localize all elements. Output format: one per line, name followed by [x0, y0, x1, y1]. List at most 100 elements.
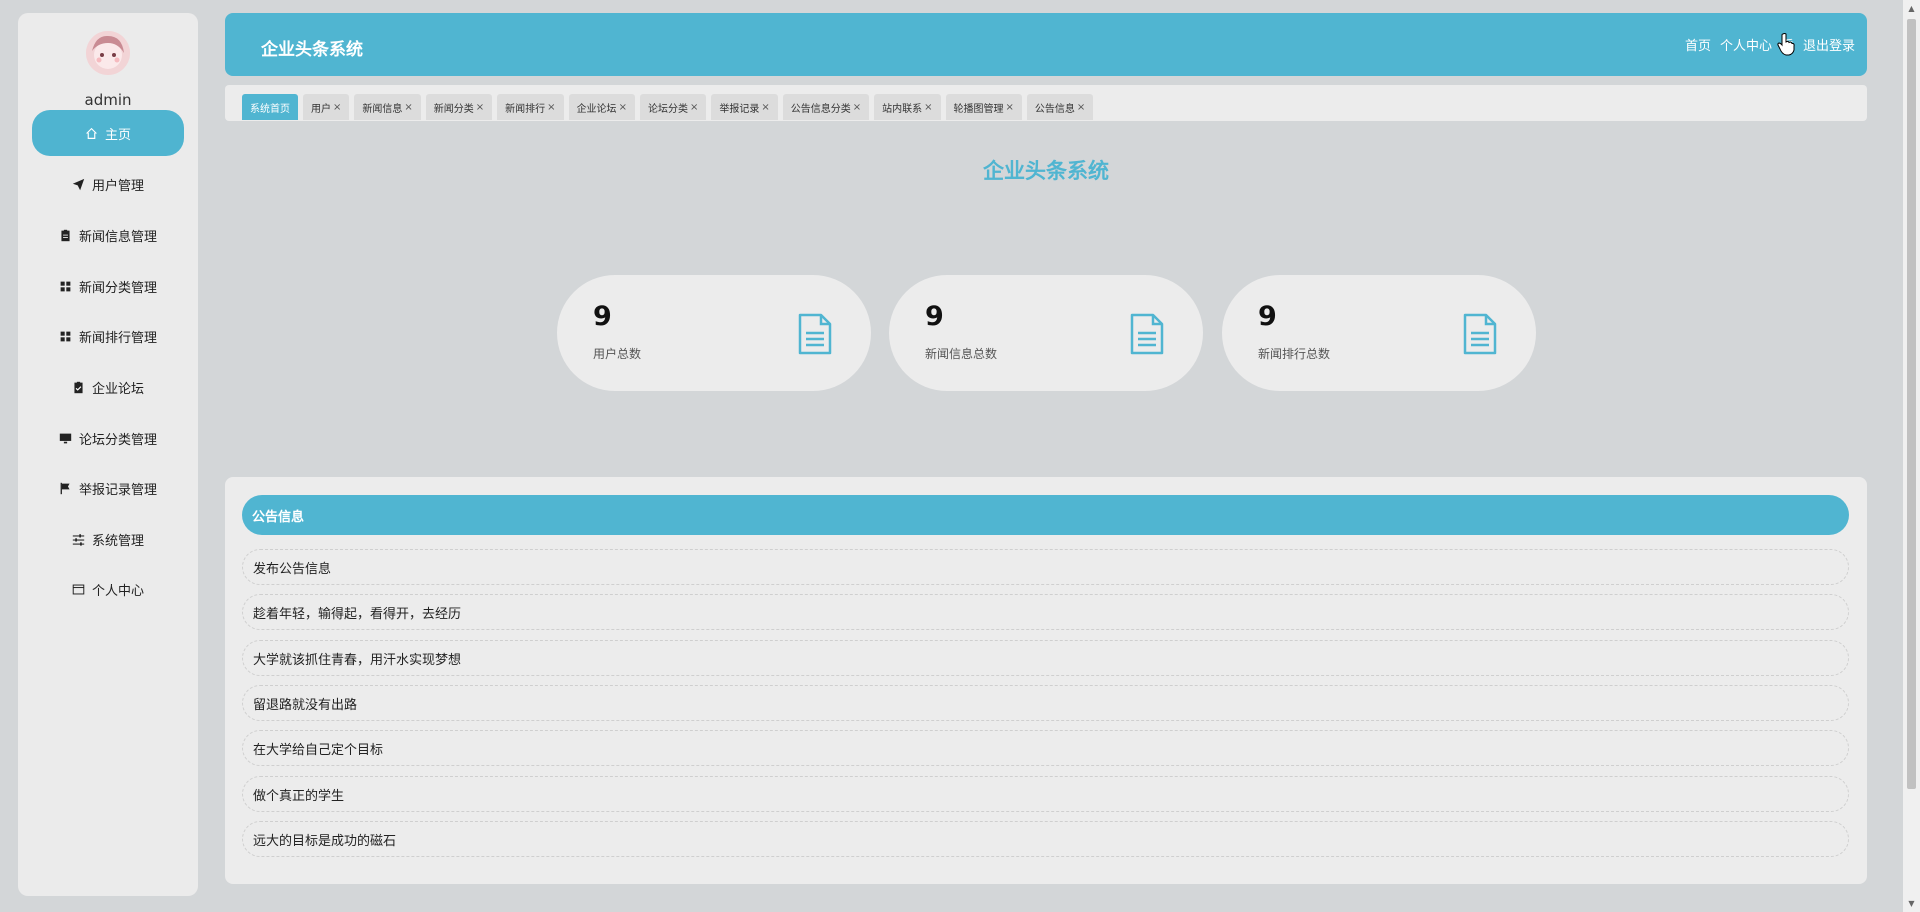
stat-value: 9 [1258, 301, 1277, 332]
close-icon[interactable]: × [1006, 102, 1014, 113]
sidebar-item-report-management[interactable]: 举报记录管理 [32, 465, 184, 511]
notice-item[interactable]: 远大的目标是成功的磁石 [242, 821, 1849, 857]
top-header: 企业头条系统 首页 个人中心 看 退出登录 [225, 13, 1867, 76]
close-icon[interactable]: × [476, 102, 484, 113]
sidebar-item-home[interactable]: 主页 [32, 110, 184, 156]
tab-label: 公告信息 [1034, 103, 1075, 115]
sidebar-item-user-management[interactable]: 用户管理 [32, 161, 184, 207]
stat-label: 新闻排行总数 [1258, 347, 1331, 361]
header-nav: 首页 个人中心 看 退出登录 [1685, 35, 1855, 54]
document-icon [1130, 313, 1164, 355]
nav-logout-link[interactable]: 退出登录 [1803, 35, 1855, 54]
stat-label: 用户总数 [593, 347, 642, 361]
flag-icon [59, 481, 73, 495]
nav-home-link[interactable]: 首页 [1685, 35, 1711, 54]
sidebar: admin 主页 用户管理 新闻信息管理 新闻分类管理 新闻排行管理 企业论坛 [18, 13, 198, 896]
tab-label: 新闻分类 [433, 103, 474, 115]
tab-label: 新闻信息 [362, 103, 403, 115]
tab-reports[interactable]: 举报记录 × [711, 94, 778, 120]
notice-panel: 公告信息 发布公告信息 趁着年轻，输得起，看得开，去经历 大学就该抓住青春，用汗… [225, 477, 1867, 884]
sidebar-item-system-management[interactable]: 系统管理 [32, 516, 184, 562]
sidebar-item-forum[interactable]: 企业论坛 [32, 364, 184, 410]
stat-card-news: 9 新闻信息总数 [889, 275, 1203, 391]
scroll-up-arrow-icon[interactable]: ▲ [1903, 0, 1920, 17]
tab-news-ranking[interactable]: 新闻排行 × [497, 94, 564, 120]
close-icon[interactable]: × [924, 102, 932, 113]
scroll-down-arrow-icon[interactable]: ▼ [1903, 895, 1920, 912]
notice-item[interactable]: 趁着年轻，输得起，看得开，去经历 [242, 594, 1849, 630]
sidebar-item-news-category-management[interactable]: 新闻分类管理 [32, 263, 184, 309]
clipboard-check-icon [72, 380, 86, 394]
tab-news-category[interactable]: 新闻分类 × [425, 94, 493, 120]
close-icon[interactable]: × [761, 102, 769, 113]
sidebar-item-label: 企业论坛 [91, 381, 144, 397]
nav-personal-center-link[interactable]: 个人中心 [1720, 35, 1772, 54]
tab-notices[interactable]: 公告信息 × [1026, 94, 1094, 120]
notice-panel-title: 公告信息 [242, 495, 1849, 535]
avatar[interactable] [86, 31, 130, 75]
notice-item[interactable]: 留退路就没有出路 [242, 685, 1849, 721]
close-icon[interactable]: × [853, 102, 861, 113]
tab-system-home[interactable]: 系统首页 [242, 94, 298, 120]
sidebar-item-label: 系统管理 [91, 533, 144, 549]
document-icon [798, 313, 832, 355]
tab-site-contact[interactable]: 站内联系 × [874, 94, 941, 120]
sidebar-item-label: 论坛分类管理 [78, 432, 157, 448]
sidebar-item-label: 新闻排行管理 [78, 330, 157, 346]
close-icon[interactable]: × [547, 102, 555, 113]
page-scrollbar[interactable]: ▲ ▼ [1903, 0, 1920, 912]
close-icon[interactable]: × [404, 102, 412, 113]
card-icon [72, 582, 86, 596]
tab-carousel[interactable]: 轮播图管理 × [945, 94, 1022, 120]
tab-news-info[interactable]: 新闻信息 × [354, 94, 421, 120]
tab-users[interactable]: 用户 × [303, 94, 350, 120]
stat-value: 9 [593, 301, 612, 332]
hand-pointer-cursor-icon [1777, 33, 1795, 56]
sidebar-item-news-management[interactable]: 新闻信息管理 [32, 212, 184, 258]
tab-label: 论坛分类 [647, 103, 688, 115]
tab-label: 站内联系 [882, 103, 923, 115]
tabs-bar: 系统首页 用户 × 新闻信息 × 新闻分类 × 新闻排行 × 企业论坛 × 论坛分类 × 举… [225, 85, 1867, 121]
sidebar-item-label: 主页 [104, 127, 131, 143]
tab-label: 企业论坛 [576, 103, 617, 115]
sidebar-item-news-ranking-management[interactable]: 新闻排行管理 [32, 313, 184, 359]
tab-label: 系统首页 [250, 103, 290, 115]
notice-item[interactable]: 在大学给自己定个目标 [242, 730, 1849, 766]
tab-notice-category[interactable]: 公告信息分类 × [782, 94, 870, 120]
sidebar-item-label: 举报记录管理 [78, 482, 157, 498]
clipboard-icon [59, 228, 73, 242]
close-icon[interactable]: × [619, 102, 627, 113]
username: admin [84, 91, 132, 109]
stat-card-ranking: 9 新闻排行总数 [1222, 275, 1536, 391]
send-icon [72, 177, 86, 191]
scroll-thumb[interactable] [1907, 19, 1916, 789]
tab-forum[interactable]: 企业论坛 × [568, 94, 635, 120]
sidebar-item-label: 个人中心 [91, 583, 144, 599]
close-icon[interactable]: × [1077, 102, 1085, 113]
sliders-icon [72, 532, 86, 546]
stat-card-users: 9 用户总数 [557, 275, 871, 391]
tab-label: 新闻排行 [505, 103, 546, 115]
page-title: 企业头条系统 [983, 159, 1109, 183]
sidebar-item-personal-center[interactable]: 个人中心 [32, 566, 184, 612]
home-icon [85, 126, 99, 140]
sidebar-item-label: 新闻信息管理 [78, 229, 157, 245]
tab-label: 公告信息分类 [790, 103, 851, 115]
monitor-icon [59, 431, 73, 445]
tab-label: 举报记录 [719, 103, 760, 115]
close-icon[interactable]: × [690, 102, 698, 113]
sidebar-item-forum-category-management[interactable]: 论坛分类管理 [32, 415, 184, 461]
close-icon[interactable]: × [333, 102, 341, 113]
notice-item[interactable]: 发布公告信息 [242, 549, 1849, 585]
sidebar-item-label: 新闻分类管理 [78, 280, 157, 296]
notice-item[interactable]: 做个真正的学生 [242, 776, 1849, 812]
tabs-list: 系统首页 用户 × 新闻信息 × 新闻分类 × 新闻排行 × 企业论坛 × 论坛分类 × 举… [242, 94, 1094, 120]
tab-forum-category[interactable]: 论坛分类 × [639, 94, 707, 120]
tab-label: 用户 [311, 103, 331, 115]
document-icon [1463, 313, 1497, 355]
stat-label: 新闻信息总数 [925, 347, 998, 361]
sidebar-item-label: 用户管理 [91, 178, 144, 194]
notice-item[interactable]: 大学就该抓住青春，用汗水实现梦想 [242, 640, 1849, 676]
app-title: 企业头条系统 [261, 40, 363, 60]
tab-label: 轮播图管理 [953, 103, 1004, 115]
